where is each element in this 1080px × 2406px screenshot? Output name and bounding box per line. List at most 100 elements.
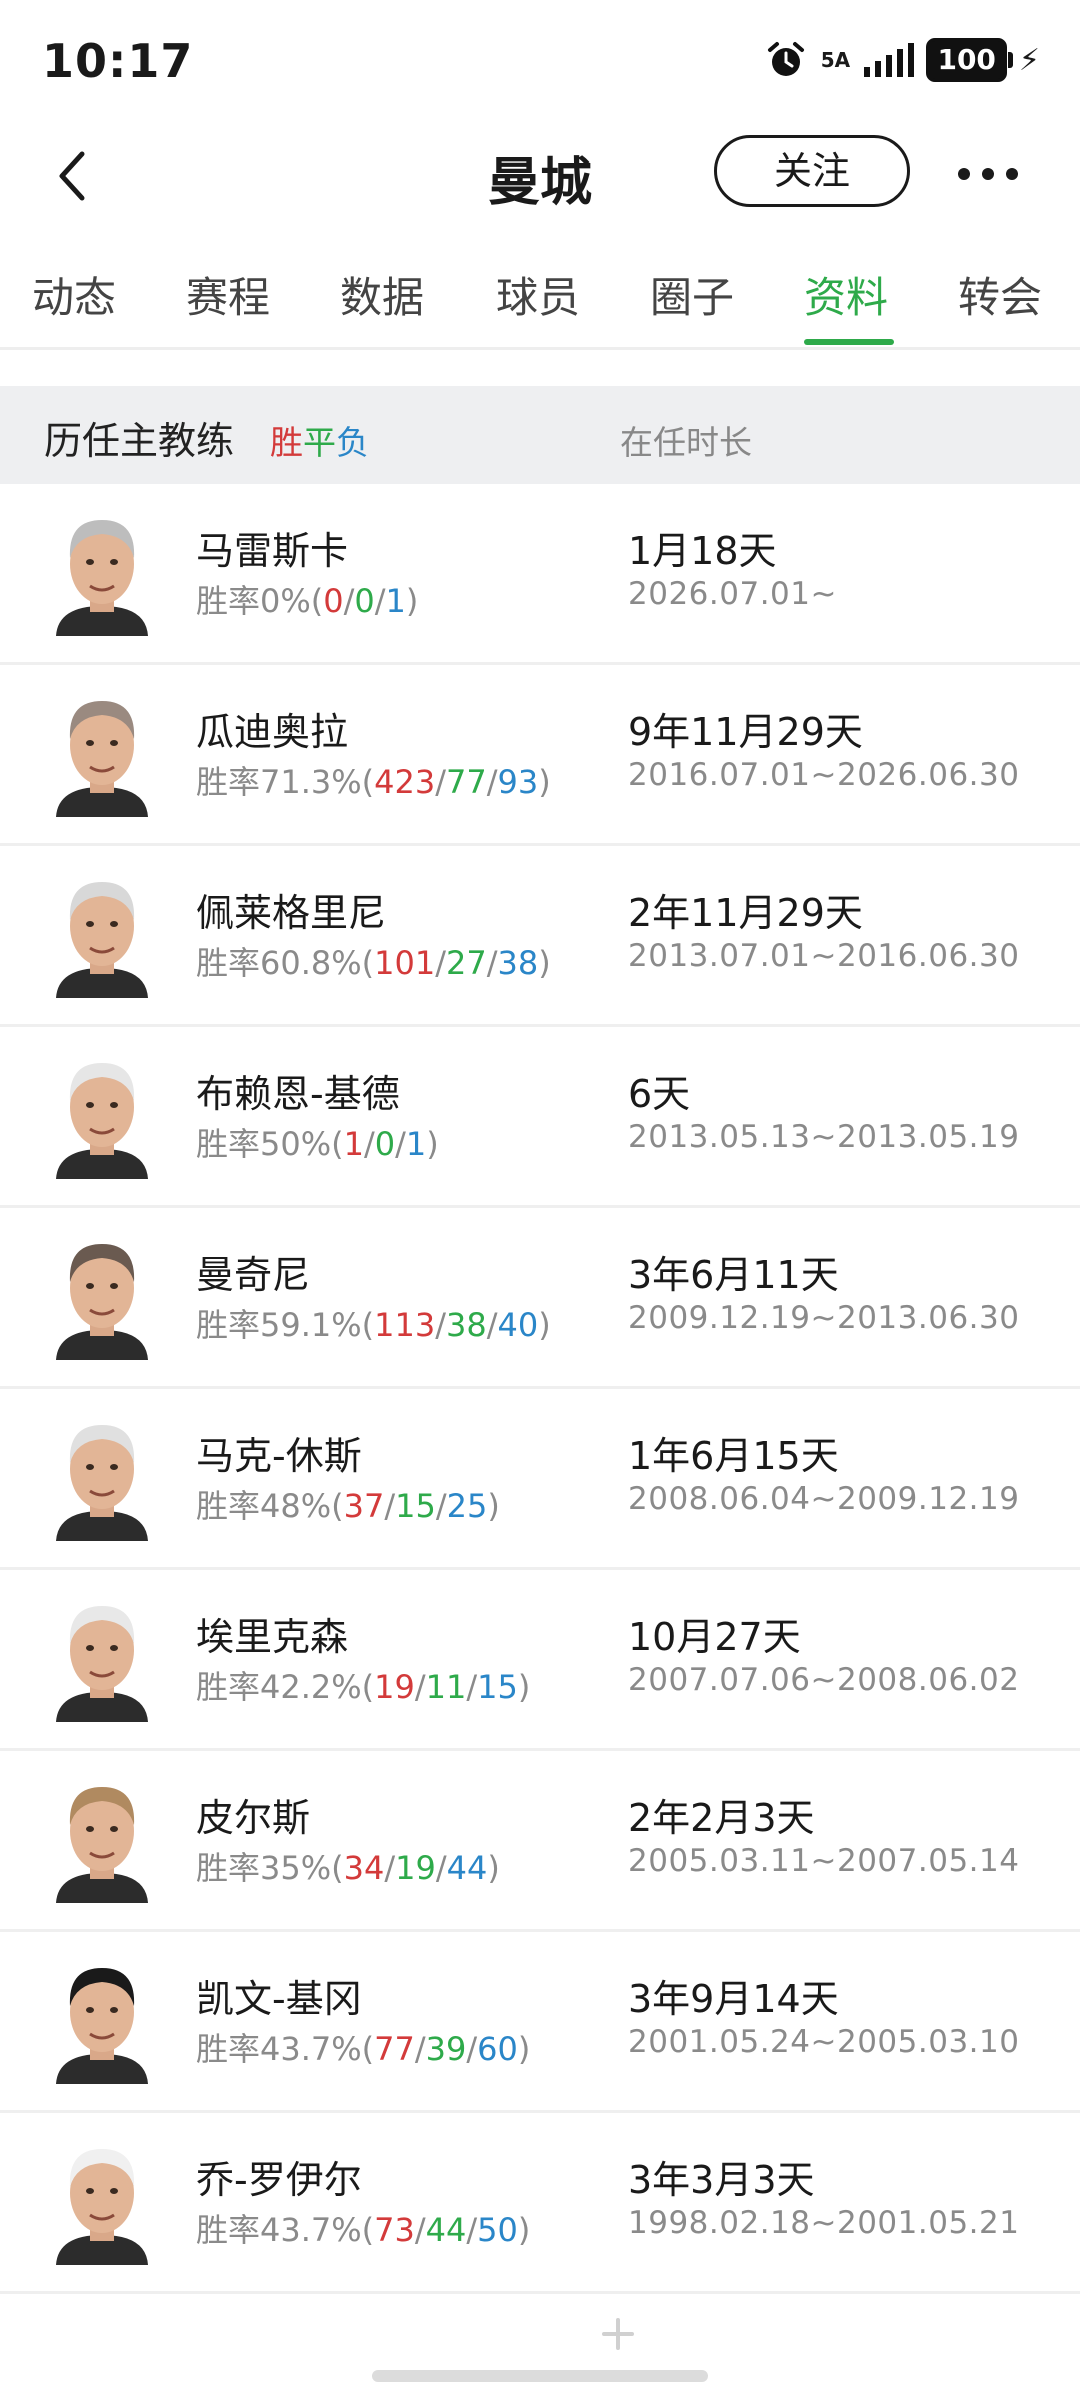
coach-row[interactable]: 瓜迪奥拉 胜率71.3%(423/77/93) 9年11月29天 2016.07… (0, 665, 1080, 846)
tab-schedule[interactable]: 赛程 (186, 264, 270, 325)
coach-name: 佩莱格里尼 (196, 891, 387, 935)
duration-header: 在任时长 (620, 423, 752, 462)
win-rate: 胜率60.8% (196, 944, 362, 982)
draws-count: 0 (374, 1125, 396, 1163)
coach-name: 瓜迪奥拉 (196, 710, 349, 754)
draws-count: 15 (395, 1487, 436, 1525)
wins-count: 1 (343, 1125, 364, 1163)
wins-count: 0 (323, 582, 344, 620)
coach-record: 胜率0%(0/0/1) (196, 582, 419, 620)
losses-count: 38 (497, 944, 539, 982)
tenure-duration: 3年6月11天 (628, 1253, 839, 1297)
coach-avatar (56, 520, 148, 636)
tab-news[interactable]: 动态 (32, 264, 116, 325)
tab-profile[interactable]: 资料 (804, 264, 888, 325)
coach-list: 马雷斯卡 胜率0%(0/0/1) 1月18天 2026.07.01~ 瓜迪奥拉 … (0, 484, 1080, 2294)
tenure-duration: 1年6月15天 (628, 1434, 839, 1478)
tenure-period: 2008.06.04~2009.12.19 (628, 1481, 1020, 1517)
coach-row[interactable]: 马雷斯卡 胜率0%(0/0/1) 1月18天 2026.07.01~ (0, 484, 1080, 665)
tenure-duration: 2年2月3天 (628, 1796, 815, 1840)
losses-count: 1 (385, 582, 406, 620)
draws-count: 77 (446, 763, 487, 801)
tenure-period: 2007.07.06~2008.06.02 (628, 1662, 1020, 1698)
coach-record: 胜率43.7%(77/39/60) (196, 2030, 531, 2068)
draws-count: 0 (354, 582, 375, 620)
status-bar: 10:17 5A 100 ⚡ (0, 0, 1080, 120)
losses-count: 44 (446, 1849, 488, 1887)
draws-count: 39 (425, 2030, 467, 2068)
losses-count: 1 (405, 1125, 427, 1163)
win-rate: 胜率42.2% (196, 1668, 362, 1706)
home-indicator[interactable] (372, 2370, 708, 2382)
signal-icon (864, 43, 915, 77)
coach-name: 曼奇尼 (196, 1253, 311, 1297)
tab-bar: 动态 赛程 数据 球员 圈子 资料 转会 (0, 232, 1080, 350)
losses-count: 50 (477, 2211, 518, 2249)
coach-row[interactable]: 乔-罗伊尔 胜率43.7%(73/44/50) 3年3月3天 1998.02.1… (0, 2113, 1080, 2294)
tenure-duration: 9年11月29天 (628, 710, 863, 754)
tenure-period: 2013.07.01~2016.06.30 (628, 938, 1020, 974)
coach-name: 皮尔斯 (196, 1796, 311, 1840)
coach-name: 乔-罗伊尔 (196, 2158, 362, 2202)
coach-row[interactable]: 埃里克森 胜率42.2%(19/11/15) 10月27天 2007.07.06… (0, 1570, 1080, 1751)
page-title: 曼城 (487, 153, 592, 213)
coach-record: 胜率35%(34/19/44) (196, 1849, 500, 1887)
tenure-period: 2016.07.01~2026.06.30 (628, 757, 1020, 793)
win-rate: 胜率43.7% (196, 2211, 362, 2249)
coach-avatar (56, 1606, 148, 1722)
win-rate: 胜率50% (196, 1125, 332, 1163)
win-rate: 胜率0% (196, 582, 311, 620)
wins-count: 73 (374, 2211, 415, 2249)
coach-avatar (56, 1968, 148, 2084)
losses-count: 40 (497, 1306, 539, 1344)
coach-row[interactable]: 曼奇尼 胜率59.1%(113/38/40) 3年6月11天 2009.12.1… (0, 1208, 1080, 1389)
tab-players[interactable]: 球员 (496, 264, 580, 325)
draws-count: 27 (446, 944, 487, 982)
coach-record: 胜率50%(1/0/1) (196, 1125, 439, 1163)
status-time: 10:17 (42, 34, 194, 88)
coach-row[interactable]: 佩莱格里尼 胜率60.8%(101/27/38) 2年11月29天 2013.0… (0, 846, 1080, 1027)
legend-loss: 负 (336, 423, 369, 462)
tenure-duration: 1月18天 (628, 529, 777, 573)
coach-avatar (56, 1787, 148, 1903)
coach-record: 胜率60.8%(101/27/38) (196, 944, 551, 982)
tenure-period: 2013.05.13~2013.05.19 (628, 1119, 1020, 1155)
draws-count: 44 (425, 2211, 467, 2249)
battery-icon: 100 (926, 38, 1014, 82)
wins-count: 34 (343, 1849, 385, 1887)
coach-name: 凯文-基冈 (196, 1977, 362, 2021)
win-rate: 胜率35% (196, 1849, 332, 1887)
tenure-duration: 6天 (628, 1072, 691, 1116)
draws-count: 38 (446, 1306, 487, 1344)
coach-row[interactable]: 凯文-基冈 胜率43.7%(77/39/60) 3年9月14天 2001.05.… (0, 1932, 1080, 2113)
coach-record: 胜率43.7%(73/44/50) (196, 2211, 531, 2249)
tenure-duration: 2年11月29天 (628, 891, 863, 935)
coach-row[interactable]: 布赖恩-基德 胜率50%(1/0/1) 6天 2013.05.13~2013.0… (0, 1027, 1080, 1208)
coach-avatar (56, 1244, 148, 1360)
coach-record: 胜率71.3%(423/77/93) (196, 763, 551, 801)
tab-community[interactable]: 圈子 (650, 264, 734, 325)
follow-button[interactable]: 关注 (714, 135, 910, 207)
coach-name: 马克-休斯 (196, 1434, 362, 1478)
coach-name: 埃里克森 (196, 1615, 349, 1659)
more-options-icon[interactable] (958, 168, 1018, 180)
coach-record: 胜率42.2%(19/11/15) (196, 1668, 531, 1706)
tab-stats[interactable]: 数据 (340, 264, 424, 325)
network-type-label: 5A (820, 48, 851, 72)
coach-row[interactable]: 马克-休斯 胜率48%(37/15/25) 1年6月15天 2008.06.04… (0, 1389, 1080, 1570)
win-rate: 胜率43.7% (196, 2030, 362, 2068)
tenure-period: 2005.03.11~2007.05.14 (628, 1843, 1020, 1879)
coach-row[interactable]: 皮尔斯 胜率35%(34/19/44) 2年2月3天 2005.03.11~20… (0, 1751, 1080, 1932)
tenure-period: 2001.05.24~2005.03.10 (628, 2024, 1020, 2060)
win-rate: 胜率59.1% (196, 1306, 362, 1344)
tenure-period: 2009.12.19~2013.06.30 (628, 1300, 1020, 1336)
result-legend: 胜平负 (270, 416, 369, 464)
tab-transfers[interactable]: 转会 (958, 264, 1042, 325)
coach-avatar (56, 1063, 148, 1179)
coach-avatar (56, 1425, 148, 1541)
alarm-icon (768, 42, 805, 76)
coach-name: 马雷斯卡 (196, 529, 349, 573)
coach-name: 布赖恩-基德 (196, 1072, 400, 1116)
charging-icon: ⚡ (1018, 42, 1040, 78)
losses-count: 15 (477, 1668, 518, 1706)
